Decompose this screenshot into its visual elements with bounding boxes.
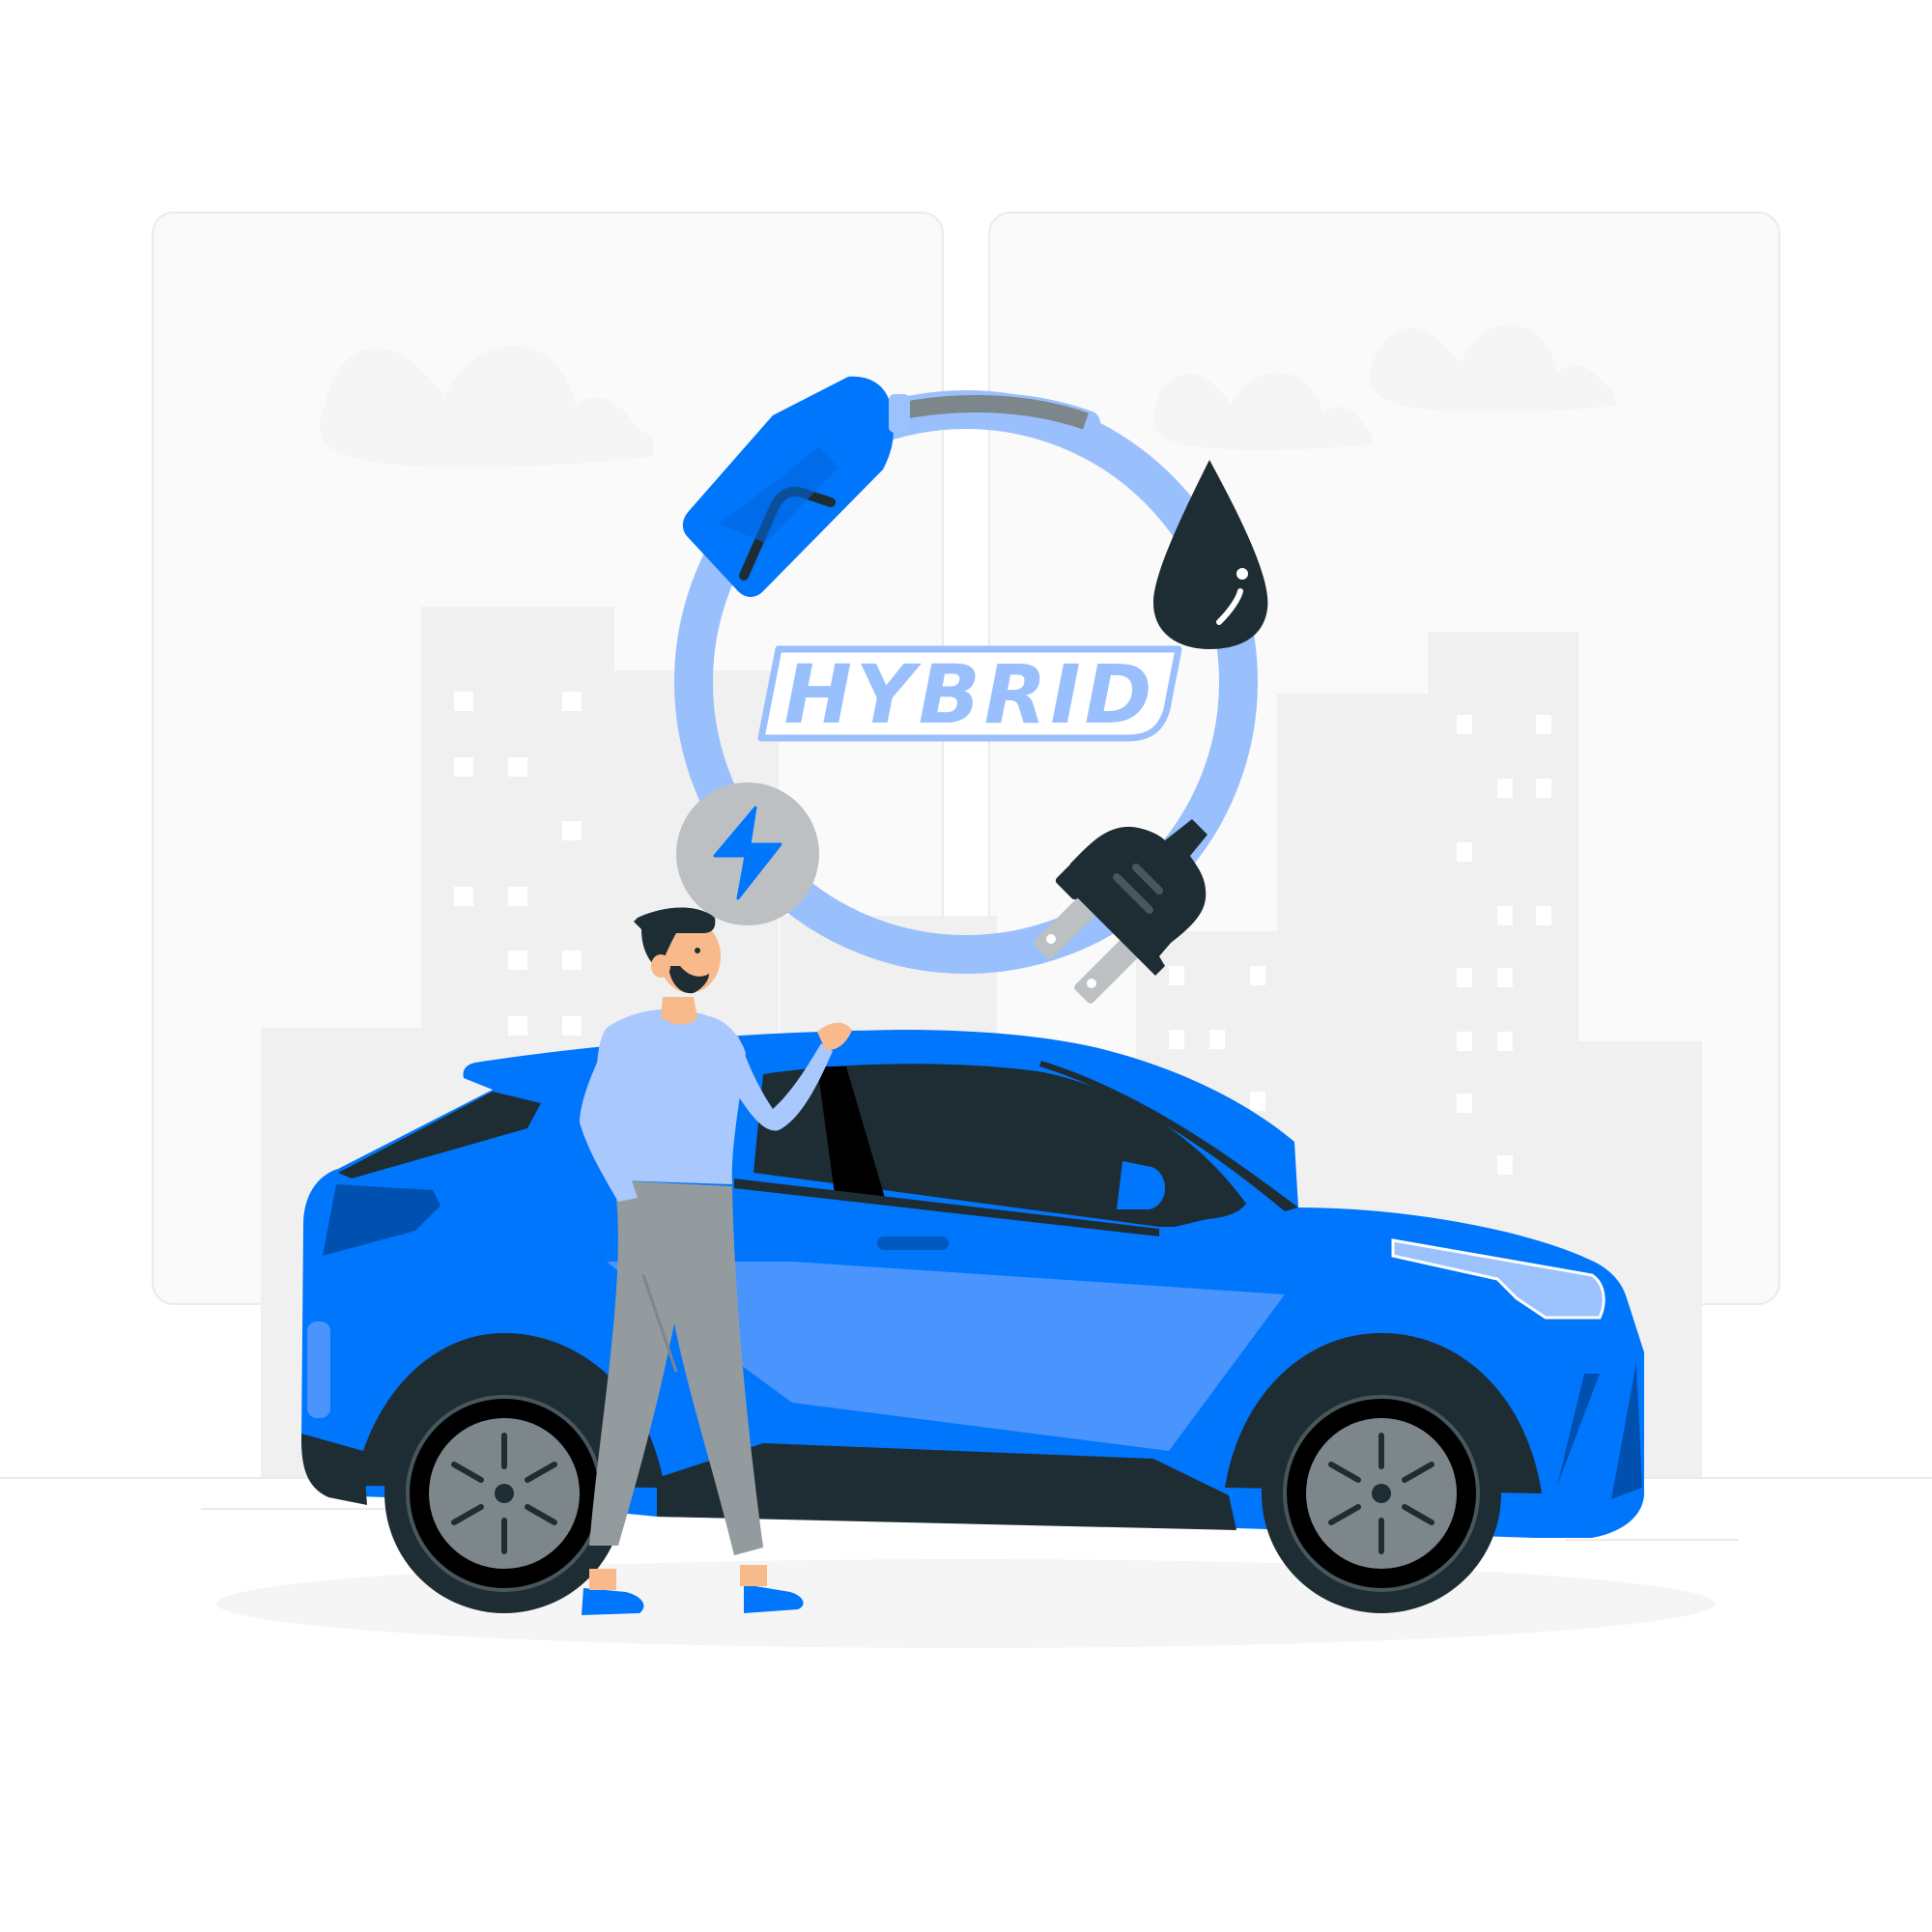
- car-rear-reflector: [307, 1321, 330, 1418]
- man-eye: [695, 948, 700, 953]
- plug-prong-hole-upper: [1046, 934, 1056, 944]
- man-ankle-back: [740, 1565, 767, 1586]
- hybrid-car-illustration: HYBRID: [0, 212, 1932, 1648]
- man-neck: [661, 997, 697, 1025]
- man-ear: [651, 954, 670, 978]
- hybrid-badge: HYBRID: [757, 645, 1182, 742]
- lightning-bolt-icon: [676, 782, 819, 925]
- plug-prong-hole-lower: [1087, 979, 1096, 988]
- fuel-nozzle-cap: [889, 394, 910, 433]
- car-door-handle: [877, 1236, 949, 1250]
- oil-drop-shine-dot: [1236, 568, 1248, 580]
- front-hub-center: [1372, 1484, 1391, 1503]
- rear-hub-center: [495, 1484, 514, 1503]
- hybrid-badge-label: HYBRID: [784, 647, 1156, 742]
- man-ankle-front: [589, 1569, 616, 1590]
